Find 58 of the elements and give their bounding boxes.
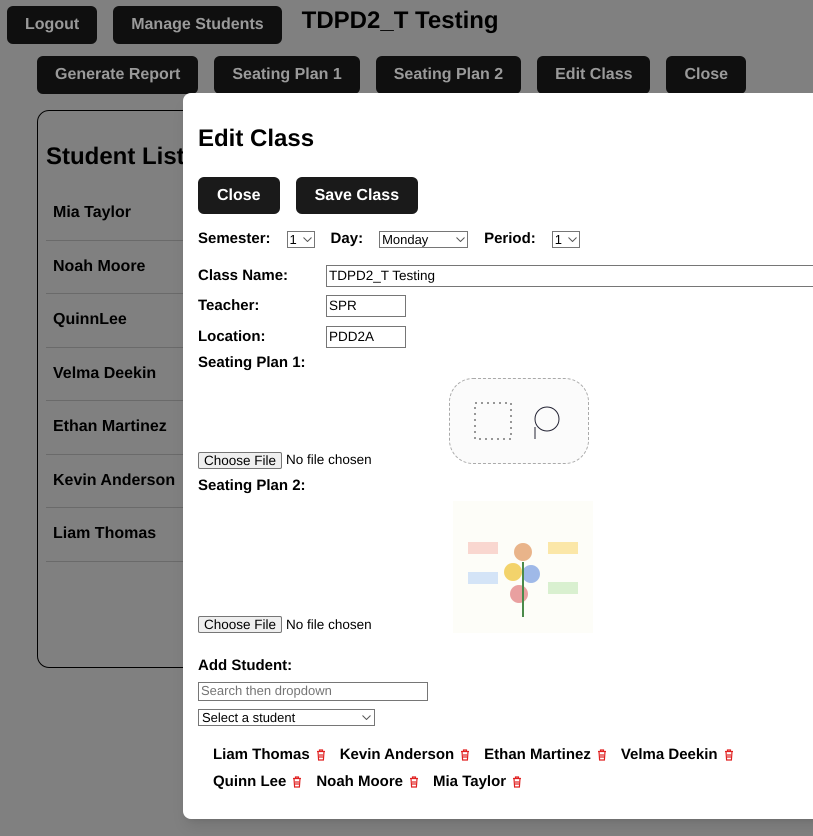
student-name[interactable]: Noah Moore (53, 254, 146, 279)
dialog-button[interactable]: Save Class (296, 177, 418, 214)
toolbar-button[interactable]: Generate Report (37, 56, 198, 94)
trash-icon[interactable] (724, 748, 734, 761)
toolbar-button[interactable]: Close (666, 56, 746, 94)
student-name: Ethan Martinez (484, 744, 591, 764)
file-button[interactable]: Choose File (198, 452, 282, 469)
search-field[interactable]: Search then dropdown (198, 682, 428, 700)
student-name[interactable]: Ethan Martinez (53, 415, 167, 440)
student-name[interactable]: Liam Thomas (53, 522, 156, 546)
chevron-down-icon (302, 236, 312, 242)
toolbar-button[interactable]: Edit Class (537, 56, 650, 94)
text-field[interactable]: TDPD2_T Testing (326, 264, 813, 287)
text-field[interactable]: SPR (326, 295, 406, 318)
field-label: Period: (484, 229, 536, 249)
student-name: Mia Taylor (433, 772, 506, 792)
field-label: Class Name: (198, 266, 290, 286)
section-label: Seating Plan 2: (198, 476, 307, 496)
dialog-button[interactable]: Close (198, 177, 280, 214)
trash-icon[interactable] (409, 776, 420, 788)
dialog-title: Edit Class (198, 124, 316, 154)
nav-button[interactable]: Logout (7, 6, 98, 44)
chevron-down-icon (362, 714, 371, 720)
student-name: Velma Deekin (620, 744, 718, 764)
student-name[interactable]: Velma Deekin (53, 362, 156, 386)
trash-icon[interactable] (512, 776, 522, 788)
dropdown[interactable]: Monday (379, 230, 468, 248)
file-status: No file chosen (286, 451, 372, 470)
section-label: Seating Plan 1: (198, 353, 307, 373)
trash-icon[interactable] (316, 748, 326, 761)
text-field[interactable]: PDD2A (326, 326, 406, 348)
student-name: Kevin Anderson (340, 744, 454, 764)
student-name[interactable]: Kevin Anderson (53, 468, 176, 493)
section-label: Add Student: (198, 656, 294, 676)
dropdown[interactable]: 1 (552, 230, 580, 248)
student-name: Noah Moore (316, 772, 404, 792)
field-label: Semester: (198, 229, 271, 249)
field-label: Location: (198, 326, 266, 346)
file-status: No file chosen (286, 616, 372, 634)
field-label: Day: (330, 229, 364, 249)
page-title: TDPD2_T Testing (302, 6, 499, 36)
student-name: Quinn Lee (213, 772, 286, 792)
student-name[interactable]: QuinnLee (53, 308, 127, 332)
chevron-down-icon (568, 236, 577, 242)
field-label: Teacher: (198, 296, 260, 316)
file-button[interactable]: Choose File (198, 616, 282, 634)
student-name: Liam Thomas (213, 744, 310, 764)
trash-icon[interactable] (596, 748, 607, 761)
nav-button[interactable]: Manage Students (113, 6, 282, 44)
student-dropdown[interactable]: Select a student (198, 708, 375, 726)
dropdown[interactable]: 1 (286, 230, 315, 248)
trash-icon[interactable] (292, 776, 302, 788)
trash-icon[interactable] (460, 748, 470, 761)
student-name[interactable]: Mia Taylor (53, 201, 131, 226)
chevron-down-icon (456, 236, 466, 242)
list-title: Student List (46, 142, 186, 172)
toolbar-button[interactable]: Seating Plan 1 (214, 56, 360, 94)
toolbar-button[interactable]: Seating Plan 2 (376, 56, 522, 94)
